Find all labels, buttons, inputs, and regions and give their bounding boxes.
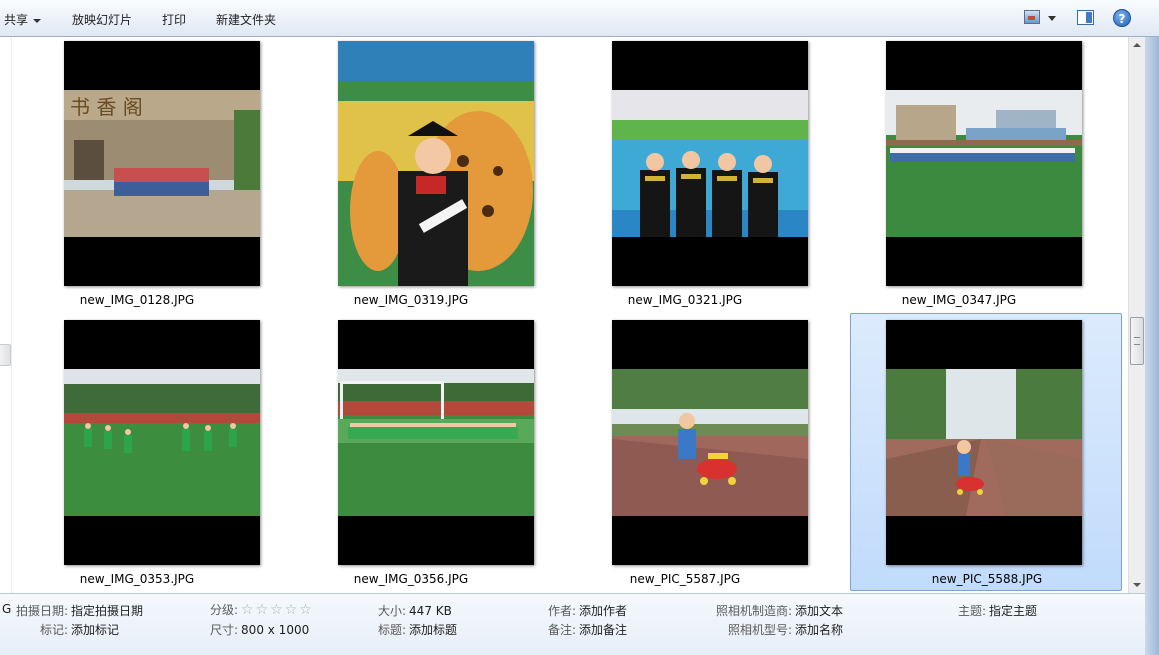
pane-resize-handle[interactable]: [0, 344, 11, 366]
photo-thumbnail: 书 香 阁: [64, 41, 260, 286]
dimensions-label: 尺寸:: [210, 623, 239, 637]
camera-model-label: 照相机型号:: [728, 623, 793, 637]
author-value[interactable]: 添加作者: [579, 604, 627, 618]
author-label: 作者:: [548, 604, 577, 618]
size-value: 447 KB: [409, 604, 452, 618]
tags-label: 标记:: [40, 623, 69, 637]
photo-image: [338, 41, 534, 286]
file-type-fragment: G: [2, 602, 12, 616]
file-name: new_PIC_5588.JPG: [931, 572, 1043, 586]
rating-stars-icon[interactable]: ☆☆☆☆☆: [241, 602, 314, 618]
photo-image: [612, 369, 808, 516]
file-name: new_IMG_0321.JPG: [627, 293, 743, 307]
file-tile[interactable]: new_PIC_5587.JPG: [548, 317, 820, 593]
file-name: new_IMG_0319.JPG: [353, 293, 469, 307]
scroll-down-arrow-icon[interactable]: [1133, 583, 1141, 587]
help-icon[interactable]: ?: [1113, 9, 1131, 27]
comments-value[interactable]: 添加备注: [579, 623, 627, 637]
file-tile[interactable]: 书 香 阁 new_IMG_0128.JPG: [0, 38, 272, 314]
photo-thumbnail: [886, 320, 1082, 565]
file-tile[interactable]: new_IMG_0319.JPG: [274, 38, 546, 314]
subject-label: 主题:: [958, 604, 987, 618]
file-tile[interactable]: new_IMG_0347.JPG: [822, 38, 1094, 314]
photo-image: [886, 90, 1082, 237]
share-menu-button[interactable]: 共享: [4, 11, 42, 28]
details-pane: G 拍摄日期: 指定拍摄日期 标记: 添加标记 分级: ☆☆☆☆☆ 尺寸: 800 x …: [0, 593, 1145, 655]
command-bar: 共享 放映幻灯片 打印 新建文件夹 ?: [0, 0, 1159, 37]
photo-thumbnail: [886, 41, 1082, 286]
rating-field: 分级: ☆☆☆☆☆: [210, 601, 314, 618]
file-name: new_PIC_5587.JPG: [629, 572, 741, 586]
date-taken-value[interactable]: 指定拍摄日期: [71, 604, 143, 618]
print-button[interactable]: 打印: [162, 11, 186, 28]
share-label: 共享: [4, 13, 29, 27]
window-frame: [1145, 37, 1159, 655]
comments-label: 备注:: [548, 623, 577, 637]
author-field: 作者: 添加作者: [548, 602, 627, 619]
file-tile[interactable]: new_IMG_0321.JPG: [548, 38, 820, 314]
title-field: 标题: 添加标题: [378, 621, 457, 638]
scrollbar-thumb[interactable]: [1130, 317, 1144, 365]
view-options-dropdown-icon[interactable]: [1048, 16, 1056, 21]
camera-maker-label: 照相机制造商:: [716, 604, 793, 618]
slideshow-button[interactable]: 放映幻灯片: [72, 11, 132, 28]
date-taken-field: 拍摄日期: 指定拍摄日期: [16, 602, 143, 619]
dimensions-field: 尺寸: 800 x 1000: [210, 621, 309, 638]
photo-image: [612, 90, 808, 237]
scroll-up-arrow-icon[interactable]: [1133, 43, 1141, 47]
tags-value[interactable]: 添加标记: [71, 623, 119, 637]
photo-image: [64, 369, 260, 516]
size-field: 大小: 447 KB: [378, 602, 452, 619]
file-name: new_IMG_0347.JPG: [901, 293, 1017, 307]
file-view: 书 香 阁 new_IMG_0128.JPG new_IMG_0319.JPG: [0, 37, 1128, 593]
photo-image: 书 香 阁: [64, 90, 260, 237]
photo-thumbnail: [64, 320, 260, 565]
rating-label: 分级:: [210, 603, 239, 617]
camera-model-value[interactable]: 添加名称: [795, 623, 843, 637]
date-taken-label: 拍摄日期:: [16, 604, 69, 618]
file-name: new_IMG_0353.JPG: [79, 572, 195, 586]
new-folder-button[interactable]: 新建文件夹: [216, 11, 276, 28]
photo-thumbnail: [612, 41, 808, 286]
title-label: 标题:: [378, 623, 407, 637]
file-tile[interactable]: new_IMG_0353.JPG: [0, 317, 272, 593]
camera-model-field: 照相机型号: 添加名称: [728, 621, 843, 638]
comments-field: 备注: 添加备注: [548, 621, 627, 638]
preview-pane-icon[interactable]: [1077, 10, 1094, 25]
file-name: new_IMG_0356.JPG: [353, 572, 469, 586]
subject-value[interactable]: 指定主题: [989, 604, 1037, 618]
file-tile-selected[interactable]: new_PIC_5588.JPG: [850, 313, 1122, 591]
photo-thumbnail: [338, 41, 534, 286]
chevron-down-icon: [33, 18, 42, 23]
photo-thumbnail: [612, 320, 808, 565]
camera-maker-field: 照相机制造商: 添加文本: [716, 602, 843, 619]
tags-field: 标记: 添加标记: [40, 621, 119, 638]
change-view-icon[interactable]: [1024, 10, 1040, 24]
file-name: new_IMG_0128.JPG: [79, 293, 195, 307]
subject-field: 主题: 指定主题: [958, 602, 1037, 619]
dimensions-value: 800 x 1000: [241, 623, 310, 637]
camera-maker-value[interactable]: 添加文本: [795, 604, 843, 618]
file-tile[interactable]: new_IMG_0356.JPG: [274, 317, 546, 593]
photo-thumbnail: [338, 320, 534, 565]
title-value[interactable]: 添加标题: [409, 623, 457, 637]
navigation-pane-edge: [0, 37, 12, 593]
photo-image: [886, 369, 1082, 516]
photo-image: [338, 369, 534, 516]
vertical-scrollbar[interactable]: [1128, 37, 1145, 593]
svg-text:书 香 阁: 书 香 阁: [70, 95, 143, 119]
size-label: 大小:: [378, 604, 407, 618]
